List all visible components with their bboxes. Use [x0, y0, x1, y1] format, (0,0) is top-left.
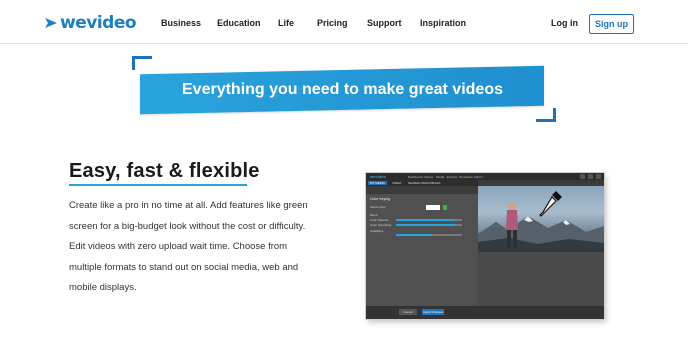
editor-setting-label: Select color	[370, 205, 386, 209]
top-navigation: wevideo Business Education Life Pricing …	[0, 0, 688, 44]
editor-tab: VIDEO	[392, 181, 402, 185]
signup-button[interactable]: Sign up	[589, 14, 634, 34]
wevideo-logo[interactable]: wevideo	[44, 13, 137, 33]
description-line: multiple formats to stand out on social …	[69, 261, 299, 273]
editor-menu-item: Templates	[459, 174, 473, 179]
editor-panel-title: Color Keying	[370, 197, 391, 201]
editor-color-swatch	[426, 205, 440, 210]
editor-slider-fill	[396, 234, 433, 236]
banner-ribbon: Everything you need to make great videos	[140, 65, 544, 115]
editor-cancel-button: Cancel	[399, 309, 417, 315]
editor-setting-label: Spill/Edge	[370, 229, 384, 233]
editor-topbar: wevideo Dashboard Videos Media Explore T…	[366, 173, 604, 180]
editor-setting-label: Blend	[370, 213, 378, 217]
editor-menu-item: Explore	[447, 174, 458, 179]
editor-screenshot: wevideo Dashboard Videos Media Explore T…	[366, 173, 604, 319]
banner-corner-bottom-right	[536, 108, 556, 122]
editor-logo: wevideo	[370, 174, 386, 179]
nav-link-life[interactable]: Life	[278, 18, 294, 28]
login-link[interactable]: Log in	[551, 18, 578, 28]
editor-window-icon	[580, 174, 585, 179]
editor-timeline	[478, 252, 604, 306]
editor-apply-button: Apply Changes	[422, 309, 444, 315]
nav-link-pricing[interactable]: Pricing	[317, 18, 348, 28]
description-line: Create like a pro in no time at all. Add…	[69, 200, 308, 211]
editor-window-icon	[588, 174, 593, 179]
editor-green-key	[443, 205, 447, 210]
editor-slider-fill	[396, 219, 456, 221]
description-line: mobile displays.	[69, 282, 137, 293]
nav-link-business[interactable]: Business	[161, 18, 201, 28]
editor-video-preview	[478, 186, 604, 252]
editor-slider	[396, 224, 462, 226]
editor-toolbar	[366, 186, 478, 194]
nav-link-education[interactable]: Education	[217, 18, 261, 28]
nav-link-inspiration[interactable]: Inspiration	[420, 18, 466, 28]
logo-play-icon	[45, 18, 57, 28]
editor-setting-label: Color Sensitivity	[370, 223, 392, 227]
banner-corner-top-left	[132, 56, 152, 70]
editor-slider	[396, 234, 462, 236]
editor-menu-item: Admin	[474, 174, 483, 179]
editor-slider-fill	[396, 224, 456, 226]
person-figure	[506, 202, 518, 248]
banner-text: Everything you need to make great videos	[181, 81, 503, 99]
editor-menu-item: Dashboard	[408, 174, 423, 179]
nav-link-support[interactable]: Support	[367, 18, 402, 28]
editor-tab: MY MEDIA	[368, 181, 387, 185]
description-line: Edit videos with zero upload wait time. …	[69, 241, 288, 252]
editor-window-icon	[596, 174, 601, 179]
editor-slider	[396, 219, 462, 221]
logo-text: wevideo	[60, 13, 137, 33]
feature-description: Create like a pro in no time at all. Add…	[69, 196, 341, 299]
editor-tab: SHARED RESOURCES	[408, 181, 441, 185]
editor-menu-item: Media	[436, 174, 445, 179]
heading-underline	[69, 184, 247, 186]
feature-heading: Easy, fast & flexible	[69, 160, 260, 182]
description-line: screen for a big-budget look without the…	[69, 220, 306, 232]
editor-left-panel	[366, 186, 478, 306]
editor-menu-item: Videos	[424, 174, 434, 179]
hero-banner: Everything you need to make great videos	[132, 56, 556, 122]
eyedropper-icon	[539, 191, 562, 217]
editor-setting-label: Color Balance	[370, 218, 389, 222]
